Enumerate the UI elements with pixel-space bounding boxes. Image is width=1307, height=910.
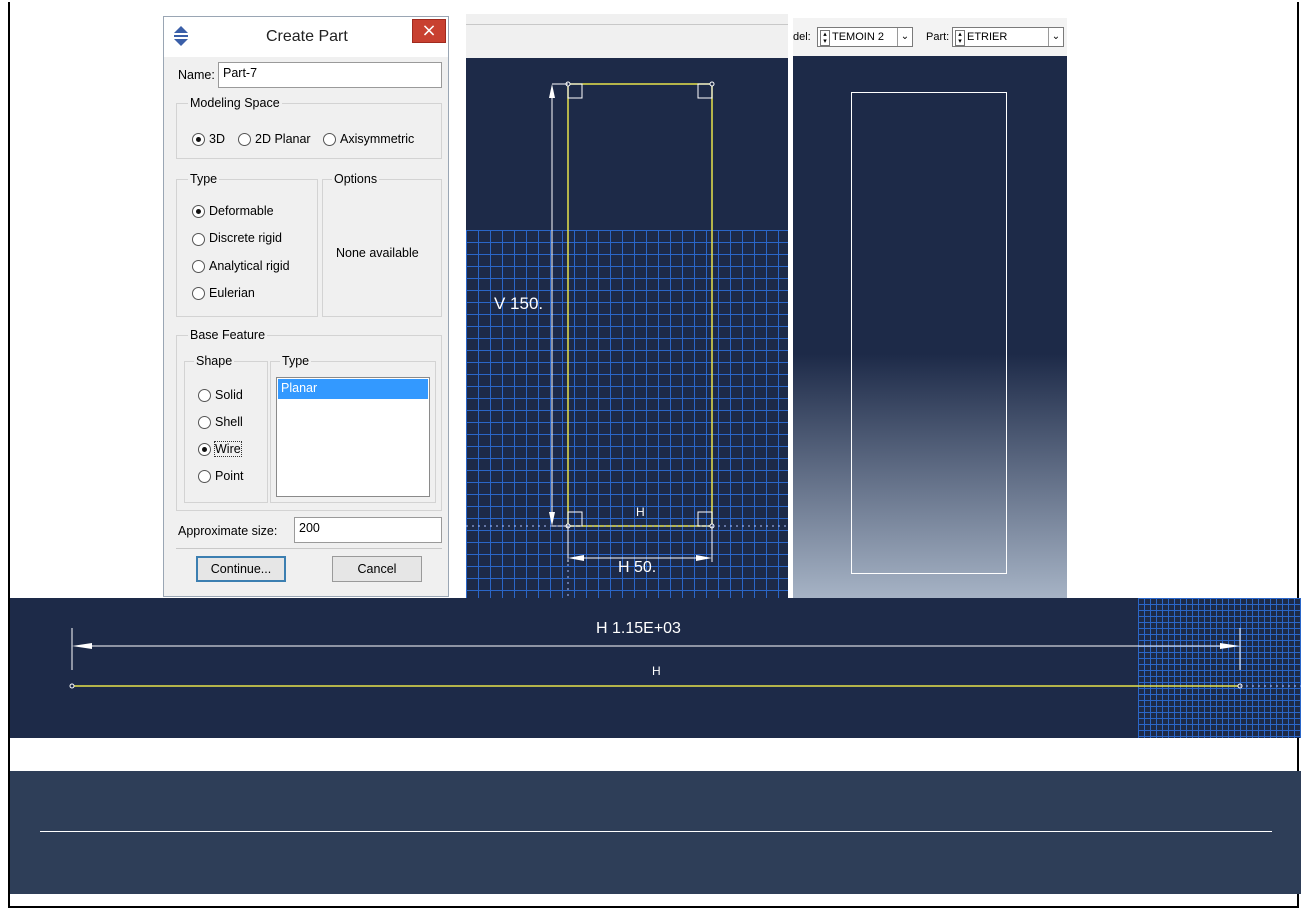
model-value: TEMOIN 2 [832, 31, 884, 43]
modeling-space-group [176, 103, 442, 159]
radio-deformable-label: Deformable [209, 204, 274, 218]
shape-group-label: Shape [194, 354, 235, 368]
sketch-geometry [466, 81, 788, 598]
cancel-button[interactable]: Cancel [332, 556, 422, 582]
dialog-divider [176, 548, 442, 549]
context-toolbar: del: ▴ ▾ TEMOIN 2 ⌄ Part: ▴ ▾ ETRIER ⌄ [793, 18, 1067, 56]
radio-eulerian[interactable] [192, 287, 205, 300]
sketch-viewport-vertical[interactable]: V 150. H H 50. [466, 58, 788, 598]
continue-button[interactable]: Continue... [196, 556, 286, 582]
radio-2d-planar-label: 2D Planar [255, 132, 311, 146]
create-part-dialog: Create Part × Name: Part-7 Modeling Spac… [163, 16, 449, 597]
sketch-viewport-horizontal[interactable]: H 1.15E+03 H [10, 598, 1301, 738]
spinner-icon: ▴ ▾ [820, 30, 830, 46]
wire-part-line [40, 831, 1272, 832]
type-group-label: Type [188, 172, 220, 186]
options-none-available: None available [336, 246, 419, 260]
approx-size-label: Approximate size: [178, 524, 278, 538]
chevron-down-icon: ⌄ [897, 28, 912, 46]
vertical-dimension-label: V 150. [494, 294, 544, 313]
radio-axisymmetric-label: Axisymmetric [340, 132, 415, 146]
modeling-space-label: Modeling Space [188, 96, 282, 110]
chevron-down-icon: ⌄ [1048, 28, 1063, 46]
screenshot-root: { "dialog": { "title": "Create Part", "c… [0, 0, 1307, 910]
sketch-rectangle [567, 83, 713, 527]
list-item[interactable]: Planar [278, 379, 428, 399]
radio-eulerian-label: Eulerian [209, 286, 255, 300]
approx-size-value: 200 [299, 521, 320, 535]
radio-analytical-rigid-label: Analytical rigid [209, 259, 290, 273]
radio-discrete-rigid[interactable] [192, 233, 205, 246]
base-feature-label: Base Feature [188, 328, 268, 342]
part-select[interactable]: ▴ ▾ ETRIER ⌄ [952, 27, 1064, 47]
radio-discrete-rigid-label: Discrete rigid [209, 231, 282, 245]
name-field-value: Part-7 [223, 66, 258, 80]
radio-point-label: Point [215, 469, 244, 483]
radio-2d-planar[interactable] [238, 133, 251, 146]
radio-shell[interactable] [198, 416, 211, 429]
part-label: Part: [926, 31, 950, 43]
horizontal-dimension-label: H 50. [618, 559, 657, 576]
close-button[interactable]: × [412, 19, 446, 43]
horizontal-dimension-label: H 1.15E+03 [596, 620, 681, 637]
radio-axisymmetric[interactable] [323, 133, 336, 146]
radio-solid-label: Solid [215, 388, 243, 402]
middle-toolbar [466, 14, 788, 58]
radio-wire-label: Wire [214, 441, 242, 457]
close-icon: × [421, 20, 437, 41]
model-label: del: [793, 31, 811, 43]
model-select[interactable]: ▴ ▾ TEMOIN 2 ⌄ [817, 27, 913, 47]
wire-part-viewport[interactable] [10, 771, 1301, 894]
name-field[interactable]: Part-7 [218, 62, 442, 88]
radio-deformable[interactable] [192, 205, 205, 218]
horizontal-constraint-label: H [636, 505, 645, 519]
part-outline [851, 92, 1007, 574]
approx-size-field[interactable]: 200 [294, 517, 442, 543]
feature-type-list[interactable]: Planar [276, 377, 430, 497]
radio-3d-label: 3D [209, 132, 225, 146]
horizontal-constraint-label: H [652, 664, 661, 678]
name-label: Name: [178, 68, 215, 82]
radio-point[interactable] [198, 470, 211, 483]
radio-wire[interactable] [198, 443, 211, 456]
dialog-title: Create Part [266, 28, 348, 45]
radio-solid[interactable] [198, 389, 211, 402]
dialog-titlebar[interactable]: Create Part × [164, 17, 448, 57]
part-viewport[interactable] [793, 56, 1067, 598]
abaqus-logo-icon [174, 26, 188, 46]
spinner-icon: ▴ ▾ [955, 30, 965, 46]
radio-3d[interactable] [192, 133, 205, 146]
part-value: ETRIER [967, 31, 1008, 43]
options-group-label: Options [332, 172, 380, 186]
radio-analytical-rigid[interactable] [192, 260, 205, 273]
feature-type-label: Type [280, 354, 312, 368]
radio-shell-label: Shell [215, 415, 243, 429]
